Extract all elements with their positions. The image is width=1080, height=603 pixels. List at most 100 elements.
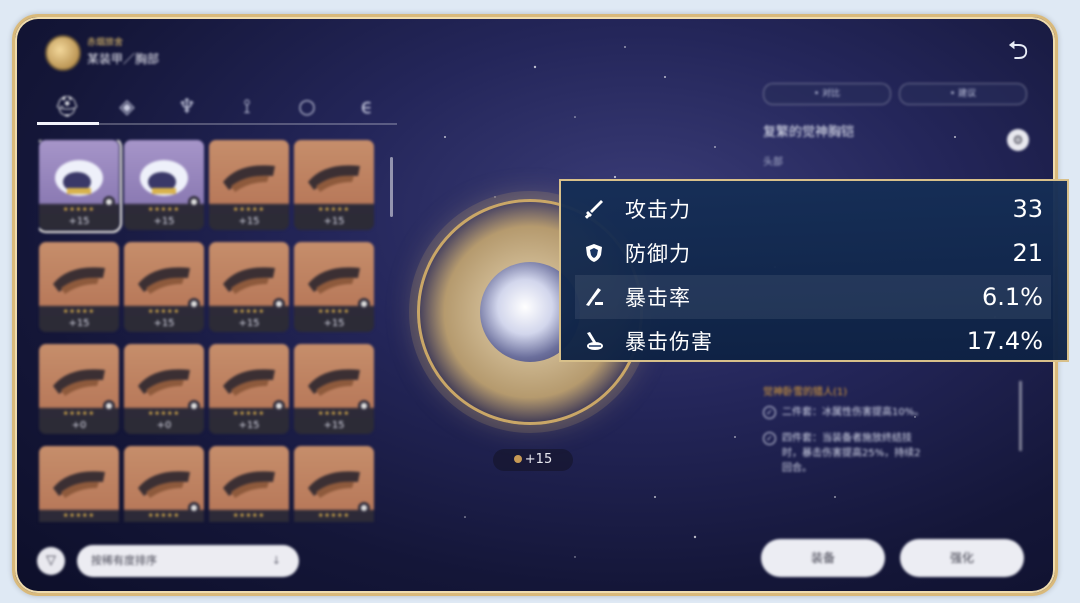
equipment-level: +15 xyxy=(294,214,374,230)
equipment-art xyxy=(134,152,194,202)
detail-scrollbar[interactable] xyxy=(1019,381,1022,451)
equipment-card[interactable]: ★★★★★ ● +15 xyxy=(39,140,122,233)
equipment-card[interactable]: ★★★★★ ● +15 xyxy=(209,344,289,434)
rarity-stars: ★★★★★ xyxy=(63,308,95,315)
grid-scrollbar[interactable] xyxy=(390,157,393,217)
character-avatar[interactable] xyxy=(45,35,81,71)
check-icon: ✓ xyxy=(763,431,776,445)
equipment-level: +15 xyxy=(209,316,289,332)
equipment-art xyxy=(304,458,364,508)
upgrade-button[interactable]: 强化 xyxy=(900,539,1024,577)
item-level-badge: +15 xyxy=(493,449,573,471)
equipment-art xyxy=(49,458,109,508)
stat-label: 攻击力 xyxy=(625,198,691,222)
rarity-stars: ★★★★★ xyxy=(63,512,95,519)
boots-icon[interactable]: ⟟ xyxy=(217,89,277,123)
equipment-level: +15 xyxy=(209,418,289,434)
lock-toggle-icon[interactable]: ⚙ xyxy=(1007,129,1029,151)
equipment-level: +15 xyxy=(124,316,204,332)
equipment-card[interactable]: ★★★★★ +15 xyxy=(294,140,374,230)
equipment-card[interactable]: ★★★★★ ● +15 xyxy=(294,242,374,332)
set-name: 觉神卧雪的猎人(1) xyxy=(763,387,848,398)
stat-row-crit-damage: 暴击伤害 17.4% xyxy=(583,319,1043,363)
stats-panel: 攻击力 33 防御力 21 暴击率 6.1% 暴击伤害 17.4% xyxy=(559,179,1069,362)
compare-button[interactable]: • 对比 xyxy=(763,83,891,105)
stat-label: 暴击伤害 xyxy=(625,330,713,354)
crit-rate-icon xyxy=(583,286,605,308)
lock-icon: ● xyxy=(103,400,115,412)
equipment-grid: ★★★★★ ● +15 ★★★★★ ● +15 ★★★★★ +15 ★★★★★ +15 ★★★★★ +… xyxy=(39,140,379,522)
equipment-art xyxy=(219,254,279,304)
equipment-level: +15 xyxy=(39,316,119,332)
shield-icon xyxy=(583,242,605,264)
equipment-art xyxy=(304,254,364,304)
stat-label: 暴击率 xyxy=(625,286,691,310)
chest-icon[interactable]: ◈ xyxy=(97,89,157,123)
sort-label: 按稀有度排序 xyxy=(91,554,157,567)
equipment-card[interactable]: ★★★★★ ● +0 xyxy=(124,344,204,434)
trinket-icon[interactable]: ϵ xyxy=(337,89,397,123)
return-arrow-icon[interactable]: ⮌ xyxy=(1003,37,1033,65)
stat-value: 17.4% xyxy=(966,327,1043,355)
equipment-art xyxy=(134,458,194,508)
equipment-art xyxy=(49,152,109,202)
cape-icon[interactable]: ♆ xyxy=(157,89,217,123)
equipment-card[interactable]: ★★★★★ ● +15 xyxy=(294,344,374,434)
equipment-card[interactable]: ★★★★★ ● +0 xyxy=(39,344,119,434)
equipment-card[interactable]: ★★★★★ +15 xyxy=(209,140,289,230)
equipment-level xyxy=(209,520,289,522)
equipment-card[interactable]: ★★★★★ ● xyxy=(294,446,374,522)
rarity-stars: ★★★★★ xyxy=(233,512,265,519)
equipment-art xyxy=(134,356,194,406)
stat-row-defense: 防御力 21 xyxy=(583,231,1043,275)
equipment-art xyxy=(304,152,364,202)
ring-icon[interactable]: ○ xyxy=(277,89,337,123)
set-bonus-4: ✓ 四件套：当装备者施放终结技 时，暴击伤害提高25%，持续2 回合。 xyxy=(763,431,1023,476)
equipment-level: +0 xyxy=(124,418,204,434)
sword-icon xyxy=(583,198,605,220)
stat-label: 防御力 xyxy=(625,242,691,266)
lock-icon: ● xyxy=(358,298,370,310)
equipment-level xyxy=(294,520,374,522)
sort-direction-icon[interactable]: ↓ xyxy=(272,545,281,577)
equipment-level: +0 xyxy=(39,418,119,434)
sort-dropdown[interactable]: 按稀有度排序 ↓ xyxy=(77,545,299,577)
recommend-button[interactable]: • 建议 xyxy=(899,83,1027,105)
equipment-card[interactable]: ★★★★★ +15 xyxy=(39,242,119,332)
equipment-card[interactable]: ★★★★★ ● +15 xyxy=(124,140,204,230)
equipment-card[interactable]: ★★★★★ ● +15 xyxy=(209,242,289,332)
lock-icon: ● xyxy=(188,298,200,310)
stat-value: 21 xyxy=(1012,239,1043,267)
equipment-card[interactable]: ★★★★★ xyxy=(209,446,289,522)
equipment-art xyxy=(219,152,279,202)
equipment-art xyxy=(134,254,194,304)
equipment-card[interactable]: ★★★★★ ● +15 xyxy=(124,242,204,332)
equipment-art xyxy=(304,356,364,406)
header-subtitle: 赤烟旅舍 xyxy=(87,38,124,48)
level-gem-icon xyxy=(513,455,522,463)
rarity-stars: ★★★★★ xyxy=(233,206,265,213)
stat-row-attack: 攻击力 33 xyxy=(583,187,1043,231)
filter-icon[interactable]: ▽ xyxy=(37,547,65,575)
item-name: 复繁的觉神胸铠 xyxy=(763,125,855,140)
lock-icon: ● xyxy=(103,196,115,208)
equipment-art xyxy=(49,356,109,406)
rarity-stars: ★★★★★ xyxy=(318,206,350,213)
stat-row-crit-rate: 暴击率 6.1% xyxy=(575,275,1051,319)
equipment-card[interactable]: ★★★★★ xyxy=(39,446,119,522)
lock-icon: ● xyxy=(273,400,285,412)
equipment-art xyxy=(219,458,279,508)
equipment-level: +15 xyxy=(124,214,204,230)
equip-button[interactable]: 装备 xyxy=(761,539,885,577)
equipment-level: +15 xyxy=(294,316,374,332)
equipment-slot-tabs: ⛑ ◈ ♆ ⟟ ○ ϵ xyxy=(37,89,397,123)
crit-damage-icon xyxy=(583,330,605,352)
tab-underline xyxy=(37,122,397,125)
equipment-level xyxy=(124,520,204,522)
helmet-icon[interactable]: ⛑ xyxy=(37,89,97,123)
equipment-art xyxy=(49,254,109,304)
equipment-level: +15 xyxy=(294,418,374,434)
lock-icon: ● xyxy=(358,400,370,412)
equipment-level: +15 xyxy=(39,214,119,230)
equipment-card[interactable]: ★★★★★ ● xyxy=(124,446,204,522)
